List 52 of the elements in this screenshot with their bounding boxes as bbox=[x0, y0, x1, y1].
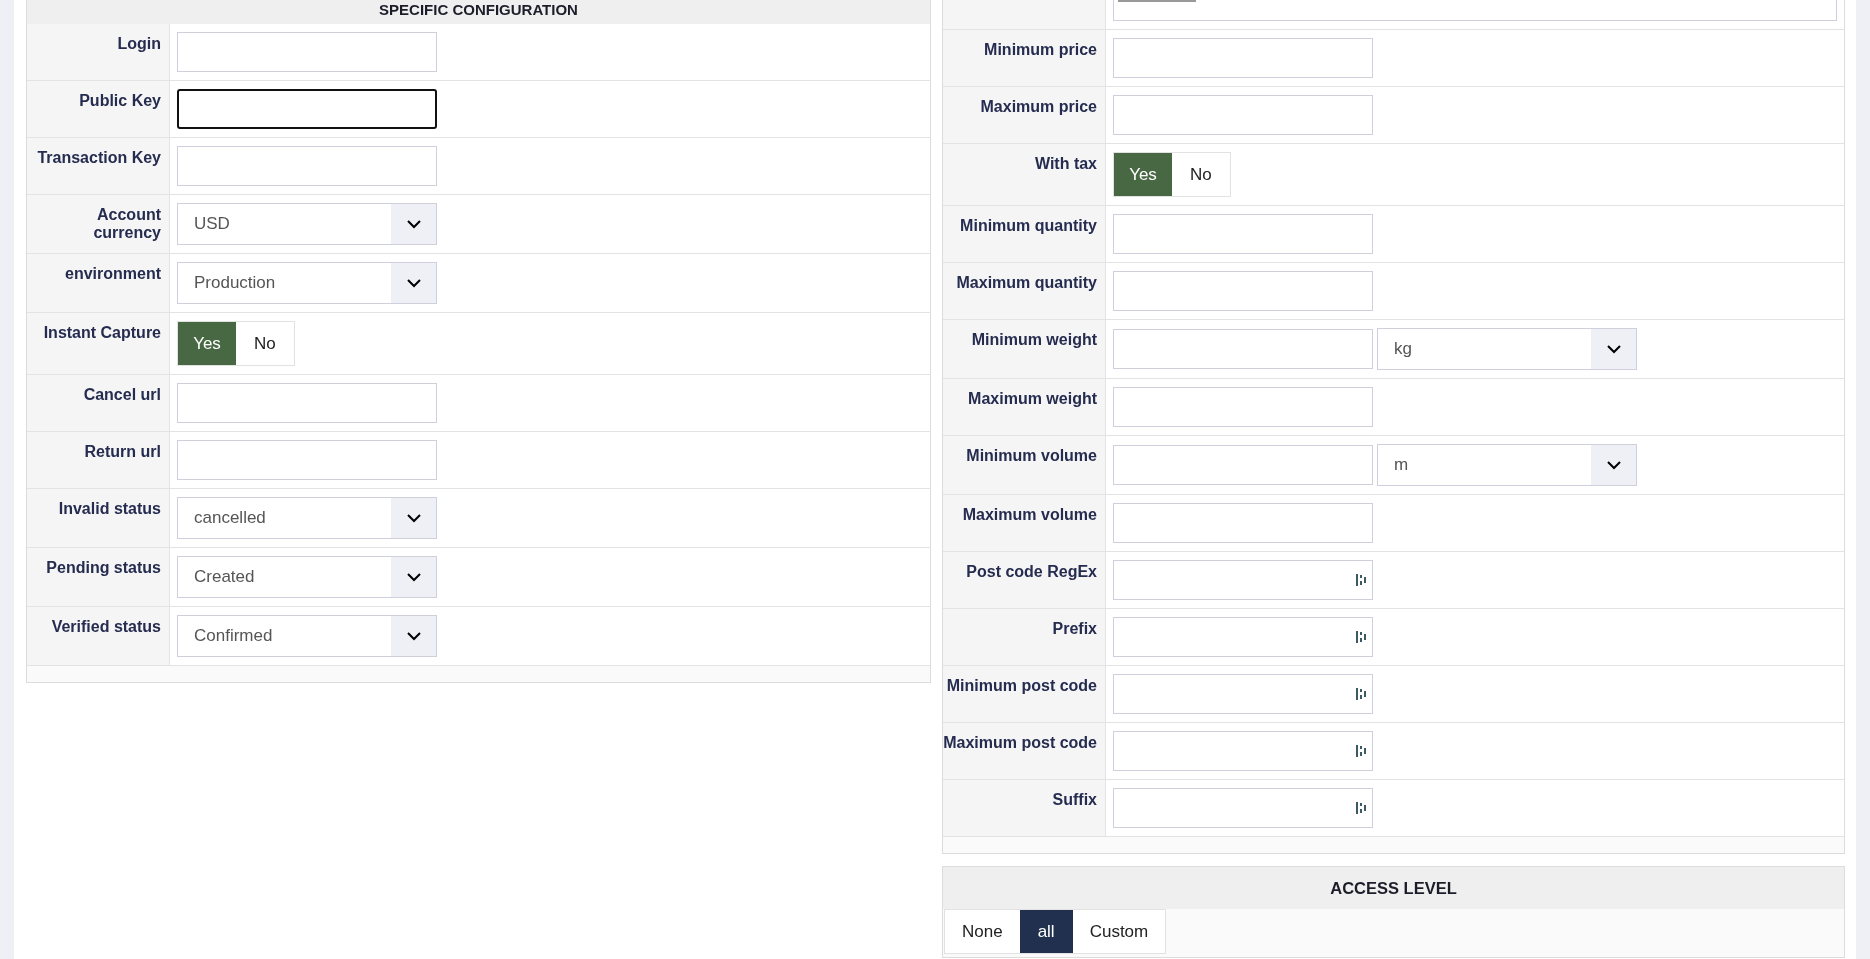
field-label: Post code RegEx bbox=[966, 563, 1097, 580]
bars-icon bbox=[1356, 744, 1366, 758]
chevron-icon bbox=[1606, 344, 1621, 354]
input-field[interactable] bbox=[177, 89, 437, 129]
bars-icon bbox=[1356, 630, 1366, 644]
access-option[interactable]: Custom bbox=[1072, 910, 1166, 953]
chevron-icon bbox=[406, 278, 421, 288]
field-label: Maximum volume bbox=[962, 506, 1097, 523]
chevron-icon bbox=[406, 513, 421, 523]
field-label: Minimum weight bbox=[971, 331, 1097, 348]
field-label: Minimum quantity bbox=[960, 217, 1097, 234]
select-field[interactable]: cancelled bbox=[177, 497, 437, 539]
field-label: Minimum price bbox=[984, 41, 1097, 58]
toggle-option[interactable]: Yes bbox=[178, 322, 236, 365]
bars-icon bbox=[1356, 801, 1366, 815]
field-label: Maximum price bbox=[980, 98, 1097, 115]
field-label: Prefix bbox=[1052, 620, 1097, 637]
field-label: Instant Capture bbox=[43, 324, 161, 341]
field-label: Invalid status bbox=[58, 500, 161, 517]
bars-icon bbox=[1356, 573, 1366, 587]
field-label: Verified status bbox=[51, 618, 161, 635]
field-label: Minimum volume bbox=[966, 447, 1097, 464]
field-label: Cancel url bbox=[83, 386, 161, 403]
field-label: Minimum post code bbox=[946, 677, 1097, 694]
field-label: Maximum quantity bbox=[956, 274, 1097, 291]
access-option[interactable]: all bbox=[1019, 910, 1073, 953]
field-label: Return url bbox=[84, 443, 161, 460]
field-label: Login bbox=[117, 35, 161, 52]
toggle-option[interactable]: Yes bbox=[1114, 153, 1172, 196]
field-label: Account currency bbox=[93, 206, 161, 241]
field-label: With tax bbox=[1034, 155, 1097, 172]
select-field[interactable]: Confirmed bbox=[177, 615, 437, 657]
field-label: Maximum weight bbox=[968, 390, 1097, 407]
chevron-icon bbox=[406, 219, 421, 229]
chevron-icon bbox=[406, 631, 421, 641]
panel-title: SPECIFIC CONFIGURATION bbox=[27, 0, 930, 24]
access-option[interactable]: None bbox=[945, 910, 1020, 953]
field-label: Maximum post code bbox=[943, 734, 1097, 751]
field-label: Public Key bbox=[79, 92, 161, 109]
field-label: environment bbox=[65, 265, 161, 282]
select-field[interactable]: Created bbox=[177, 556, 437, 598]
field-label: Pending status bbox=[46, 559, 161, 576]
select-field[interactable]: Production bbox=[177, 262, 437, 304]
bars-icon bbox=[1356, 687, 1366, 701]
field-label: Transaction Key bbox=[37, 149, 161, 166]
chevron-icon bbox=[1606, 460, 1621, 470]
select-field[interactable]: USD bbox=[177, 203, 437, 245]
field-label: Suffix bbox=[1052, 791, 1097, 808]
unit-select[interactable]: kg bbox=[1377, 328, 1637, 370]
unit-select[interactable]: m bbox=[1377, 444, 1637, 486]
panel-title: ACCESS LEVEL bbox=[943, 867, 1844, 909]
chevron-icon bbox=[406, 572, 421, 582]
